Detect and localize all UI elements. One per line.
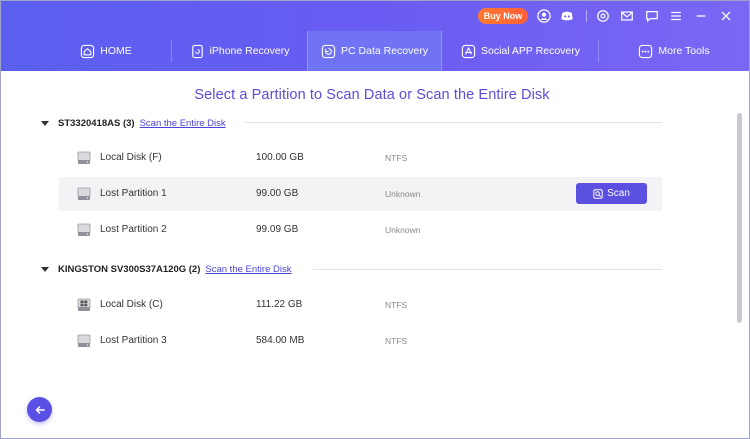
arrow-left-icon	[35, 405, 45, 414]
disk-icon	[77, 187, 91, 200]
tab-social-app-recovery[interactable]: Social APP Recovery	[443, 31, 598, 71]
app-store-icon	[461, 44, 476, 59]
disk-name: ST3320418AS (3)	[58, 117, 135, 129]
back-button[interactable]	[27, 397, 52, 422]
scan-button[interactable]: Scan	[576, 183, 647, 204]
partition-row[interactable]: Lost Partition 3 584.00 MB NTFS	[59, 324, 662, 358]
scan-entire-disk-link[interactable]: Scan the Entire Disk	[140, 118, 226, 129]
mail-icon[interactable]	[619, 8, 635, 24]
app-window: Buy Now HOME iPhone Recovery PC Data Rec…	[0, 0, 750, 439]
tab-iphone-recovery[interactable]: iPhone Recovery	[172, 31, 307, 71]
buy-now-button[interactable]: Buy Now	[478, 8, 528, 24]
close-icon[interactable]	[718, 8, 734, 24]
minimize-icon[interactable]	[693, 8, 709, 24]
user-icon[interactable]	[536, 8, 552, 24]
partition-filesystem: NTFS	[385, 300, 408, 310]
scan-button-label: Scan	[607, 188, 630, 199]
tab-label: More Tools	[658, 45, 710, 57]
tab-label: PC Data Recovery	[341, 45, 428, 57]
disk-name: KINGSTON SV300S37A120G (2)	[58, 263, 201, 275]
tab-label: Social APP Recovery	[480, 45, 581, 57]
disk-icon	[77, 334, 91, 347]
tab-pc-data-recovery[interactable]: PC Data Recovery	[307, 31, 442, 71]
app-header: Buy Now HOME iPhone Recovery PC Data Rec…	[1, 1, 749, 71]
restore-icon	[321, 44, 336, 59]
disk-icon	[77, 151, 91, 164]
target-icon[interactable]	[595, 8, 611, 24]
partition-size: 99.09 GB	[256, 224, 299, 235]
partition-filesystem: Unknown	[385, 189, 421, 199]
partition-name: Local Disk (C)	[100, 299, 163, 310]
windows-disk-icon	[77, 298, 91, 311]
disk-icon	[77, 223, 91, 236]
partition-name: Lost Partition 2	[100, 224, 167, 235]
scan-icon	[593, 188, 603, 199]
scrollbar[interactable]	[737, 113, 742, 323]
partition-name: Lost Partition 1	[100, 188, 167, 199]
partition-size: 111.22 GB	[256, 299, 303, 310]
partition-row[interactable]: Local Disk (C) 111.22 GB NTFS	[59, 288, 662, 322]
partition-size: 584.00 MB	[256, 335, 305, 346]
partition-filesystem: Unknown	[385, 225, 421, 235]
tab-label: HOME	[100, 45, 132, 57]
main-content: Select a Partition to Scan Data or Scan …	[1, 71, 749, 438]
group-divider	[245, 122, 662, 123]
partition-list[interactable]: ST3320418AS (3) Scan the Entire Disk Loc…	[1, 115, 735, 438]
partition-name: Local Disk (F)	[100, 152, 162, 163]
tab-label: iPhone Recovery	[209, 45, 290, 57]
collapse-caret-icon[interactable]	[41, 120, 49, 126]
partition-size: 100.00 GB	[256, 152, 304, 163]
home-icon	[80, 44, 95, 59]
disk-group-header[interactable]: KINGSTON SV300S37A120G (2) Scan the Enti…	[41, 261, 291, 277]
tab-home[interactable]: HOME	[41, 31, 171, 71]
page-title: Select a Partition to Scan Data or Scan …	[194, 87, 550, 103]
tab-more-tools[interactable]: More Tools	[599, 31, 749, 71]
chat-icon[interactable]	[644, 8, 660, 24]
titlebar-divider	[586, 10, 587, 22]
group-divider	[313, 269, 662, 270]
disk-group-header[interactable]: ST3320418AS (3) Scan the Entire Disk	[41, 115, 226, 131]
partition-name: Lost Partition 3	[100, 335, 167, 346]
partition-row[interactable]: Lost Partition 2 99.09 GB Unknown	[59, 213, 662, 247]
scan-entire-disk-link[interactable]: Scan the Entire Disk	[205, 264, 291, 275]
partition-row[interactable]: Local Disk (F) 100.00 GB NTFS	[59, 141, 662, 175]
more-tools-icon	[638, 44, 653, 59]
discord-icon[interactable]	[559, 8, 575, 24]
partition-row-selected[interactable]: Lost Partition 1 99.00 GB Unknown Scan	[59, 177, 662, 211]
phone-icon	[190, 44, 205, 59]
menu-icon[interactable]	[668, 8, 684, 24]
partition-filesystem: NTFS	[385, 153, 408, 163]
partition-filesystem: NTFS	[385, 336, 408, 346]
partition-size: 99.00 GB	[256, 188, 299, 199]
main-tabs: HOME iPhone Recovery PC Data Recovery So	[41, 31, 749, 71]
collapse-caret-icon[interactable]	[41, 266, 49, 272]
